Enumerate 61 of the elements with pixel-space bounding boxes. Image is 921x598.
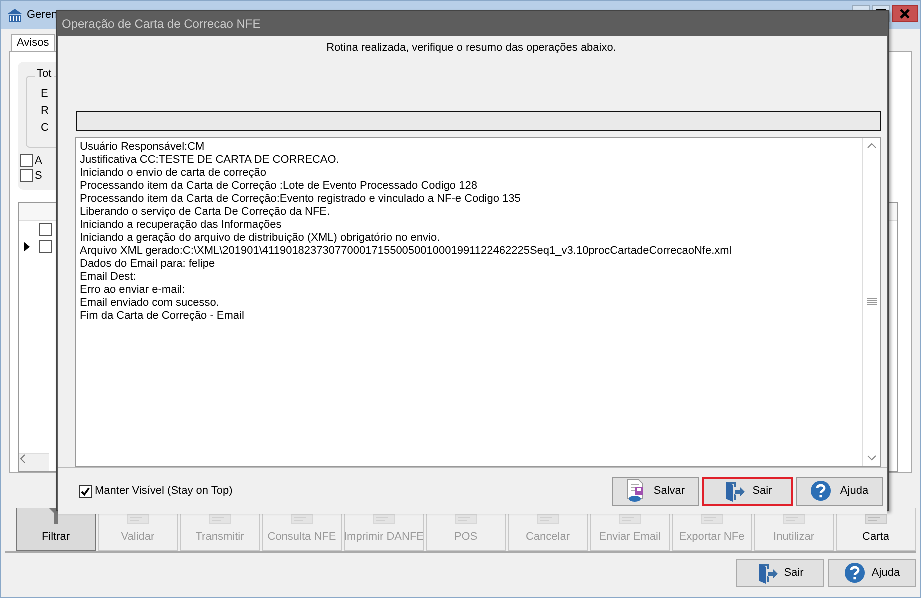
status-message: Rotina realizada, verifique o resumo das operações abaixo. (326, 42, 616, 54)
field-label: C (41, 121, 50, 136)
checkbox[interactable] (20, 169, 33, 182)
checkbox[interactable] (39, 223, 52, 236)
document-icon (701, 514, 723, 524)
scroll-down-icon[interactable] (866, 454, 876, 462)
close-button[interactable] (892, 5, 918, 22)
checkbox-label: A (35, 154, 42, 166)
checkbox-label: S (35, 170, 42, 182)
document-icon (455, 514, 477, 524)
log-line: Email enviado com sucesso. (80, 297, 220, 310)
document-icon (865, 514, 887, 524)
log-line: Fim da Carta de Correção - Email (80, 310, 246, 323)
help-icon (810, 480, 832, 502)
exit-button[interactable]: Sair (736, 559, 824, 587)
dialog-title: Operação de Carta de Correcao NFE (62, 16, 261, 30)
scroll-up-icon[interactable] (866, 142, 876, 150)
document-icon (783, 514, 805, 524)
document-icon (373, 514, 395, 524)
log-line: Processando item da Carta de Correção:Evento registrado e vinculado a NF-e Codigo 135 (80, 193, 522, 206)
log-line: Dados do Email para: felipe (80, 258, 216, 271)
field-label: R (41, 104, 50, 119)
log-line: Erro ao enviar e-mail: (80, 284, 186, 297)
horizontal-scrollbar[interactable] (19, 453, 49, 471)
tab[interactable]: Avisos (11, 34, 56, 51)
log-line: Arquivo XML gerado:C:\XML\201901\41190182373077000171550050010001991122462225Seq1_v3.10procCartadeCorrecaoNfe.xml (80, 245, 733, 258)
log-textarea[interactable] (75, 137, 881, 467)
document-icon (209, 514, 231, 524)
help-icon (844, 562, 866, 584)
document-icon (537, 514, 559, 524)
document-icon (291, 514, 313, 524)
log-line: Usuário Responsável:CM (80, 141, 206, 154)
help-button[interactable]: Ajuda (796, 476, 883, 506)
exit-button[interactable]: Sair (702, 476, 793, 506)
log-line: Processando item da Carta de Correção :Lote de Evento Processado Codigo 128 (80, 180, 478, 193)
exit-door-icon (756, 562, 778, 584)
checkbox[interactable] (79, 484, 92, 498)
scroll-grip-icon[interactable] (866, 298, 876, 306)
group-title: Tot (35, 68, 54, 80)
checkbox[interactable] (39, 240, 52, 253)
toolbar-button[interactable]: Filtrar (16, 508, 96, 551)
checkbox-label: Manter Visível (Stay on Top) (95, 485, 233, 497)
vertical-scrollbar[interactable] (862, 138, 880, 466)
row-pointer-icon (24, 242, 30, 252)
document-icon (619, 514, 641, 524)
toolbar-button[interactable]: Carta (836, 508, 916, 551)
building-icon (7, 8, 23, 22)
log-line: Liberando o serviço de Carta De Correção da NFE. (80, 206, 332, 219)
save-log-icon (626, 479, 646, 503)
log-line: Iniciando a geração do arquivo de distribuição (XML) obrigatório no envio. (80, 232, 442, 245)
help-button[interactable]: Ajuda (828, 559, 916, 587)
log-line: Iniciando o envio de carta de correção (80, 167, 268, 180)
close-icon[interactable] (900, 8, 910, 18)
log-line: Email Dest: (80, 271, 138, 284)
checkbox[interactable] (20, 154, 33, 167)
field-label: E (41, 87, 50, 102)
log-line: Iniciando a recuperação das Informações (80, 219, 283, 232)
log-line: Justificativa CC:TESTE DE CARTA DE CORRECAO. (80, 154, 340, 167)
scroll-left-icon[interactable] (19, 454, 27, 464)
save-button[interactable]: Salvar (612, 476, 699, 506)
document-icon (127, 514, 149, 524)
